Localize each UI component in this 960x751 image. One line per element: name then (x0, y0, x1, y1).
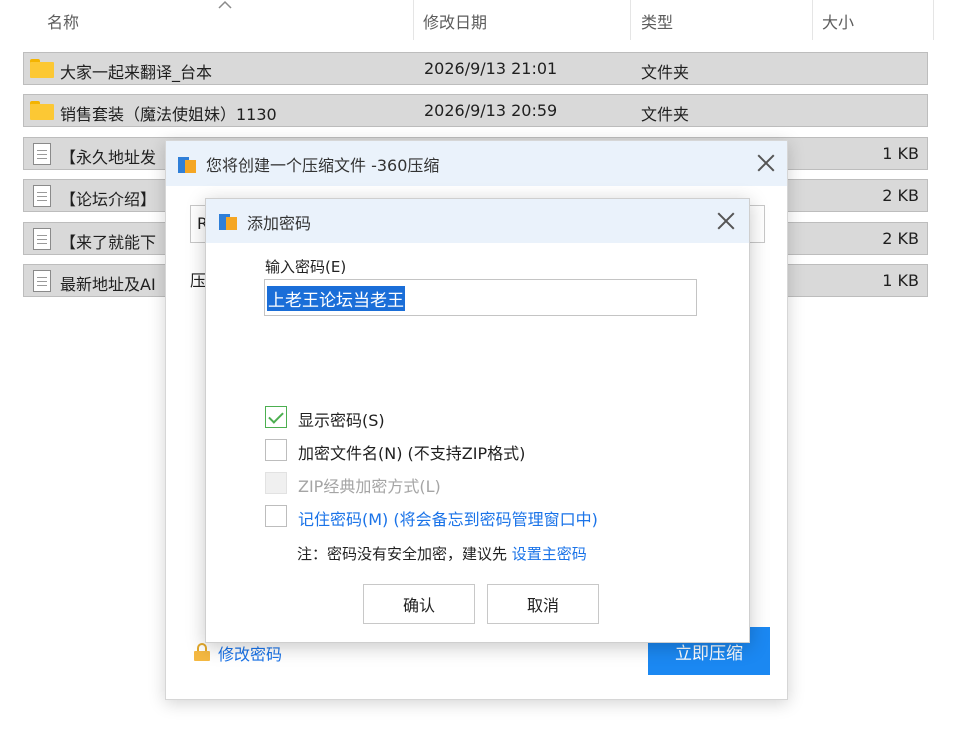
column-header-type[interactable]: 类型 (641, 9, 673, 33)
sort-ascending-icon (218, 0, 232, 9)
column-header-name[interactable]: 名称 (47, 9, 79, 33)
folder-icon (30, 101, 54, 121)
text-file-icon (33, 270, 51, 292)
security-note-text: 注：密码没有安全加密，建议先 (297, 545, 512, 563)
encrypt-filenames-label[interactable]: 加密文件名(N) (不支持ZIP格式) (298, 440, 525, 464)
file-row[interactable]: 大家一起来翻译_台本 2026/9/13 21:01 文件夹 (23, 52, 928, 85)
set-master-password-link[interactable]: 设置主密码 (512, 545, 587, 563)
column-header-size[interactable]: 大小 (822, 9, 854, 33)
file-date: 2026/9/13 21:01 (424, 59, 558, 78)
text-file-icon (33, 185, 51, 207)
add-password-titlebar[interactable]: 添加密码 (206, 199, 749, 243)
close-icon[interactable] (715, 210, 737, 232)
column-divider[interactable] (933, 0, 934, 40)
file-type: 文件夹 (641, 63, 690, 82)
text-file-icon (33, 143, 51, 165)
add-password-dialog: 添加密码 输入密码(E) 上老王论坛当老王 显示密码(S) 加密文件名(N) (… (205, 198, 750, 643)
file-size: 1 KB (882, 271, 919, 290)
360zip-app-icon (178, 155, 196, 173)
compress-format-label: 压 (190, 271, 207, 290)
zip-classic-label: ZIP经典加密方式(L) (298, 477, 441, 496)
modify-password-link[interactable]: 修改密码 (218, 641, 282, 665)
show-password-label[interactable]: 显示密码(S) (298, 407, 385, 431)
file-name: 最新地址及AI (60, 275, 156, 294)
column-divider[interactable] (630, 0, 631, 40)
file-size: 2 KB (882, 229, 919, 248)
file-name: 大家一起来翻译_台本 (60, 63, 213, 82)
file-type: 文件夹 (641, 105, 690, 124)
folder-icon (30, 59, 54, 79)
column-header-bar: 名称 修改日期 类型 大小 (0, 0, 960, 40)
column-divider[interactable] (413, 0, 414, 40)
cancel-button[interactable]: 取消 (487, 584, 599, 624)
file-date: 2026/9/13 20:59 (424, 101, 558, 120)
lock-icon (194, 643, 210, 661)
file-size: 1 KB (882, 144, 919, 163)
security-note: 注：密码没有安全加密，建议先 设置主密码 (297, 543, 587, 564)
file-row[interactable]: 销售套装（魔法使姐妹）1130 2026/9/13 20:59 文件夹 (23, 94, 928, 127)
text-file-icon (33, 228, 51, 250)
compress-dialog-titlebar[interactable]: 您将创建一个压缩文件 -360压缩 (166, 141, 787, 186)
remember-password-checkbox[interactable] (265, 505, 287, 527)
file-name: 【永久地址发 (60, 148, 157, 167)
password-input[interactable]: 上老王论坛当老王 (264, 279, 697, 316)
column-divider[interactable] (812, 0, 813, 40)
remember-password-label[interactable]: 记住密码(M) (将会备忘到密码管理窗口中) (298, 506, 598, 530)
360zip-app-icon (219, 212, 237, 230)
confirm-button[interactable]: 确认 (363, 584, 475, 624)
file-name: 【来了就能下 (60, 233, 157, 252)
zip-classic-checkbox (265, 472, 287, 494)
add-password-title: 添加密码 (247, 214, 312, 233)
show-password-checkbox[interactable] (265, 406, 287, 428)
close-icon[interactable] (755, 152, 777, 174)
encrypt-filenames-checkbox[interactable] (265, 439, 287, 461)
file-size: 2 KB (882, 186, 919, 205)
file-name: 【论坛介绍】 (60, 190, 157, 209)
password-value-selected: 上老王论坛当老王 (267, 286, 405, 311)
password-input-label: 输入密码(E) (265, 258, 347, 276)
compress-dialog-title: 您将创建一个压缩文件 -360压缩 (206, 156, 440, 175)
file-name: 销售套装（魔法使姐妹）1130 (60, 105, 277, 124)
column-header-date[interactable]: 修改日期 (423, 9, 487, 33)
